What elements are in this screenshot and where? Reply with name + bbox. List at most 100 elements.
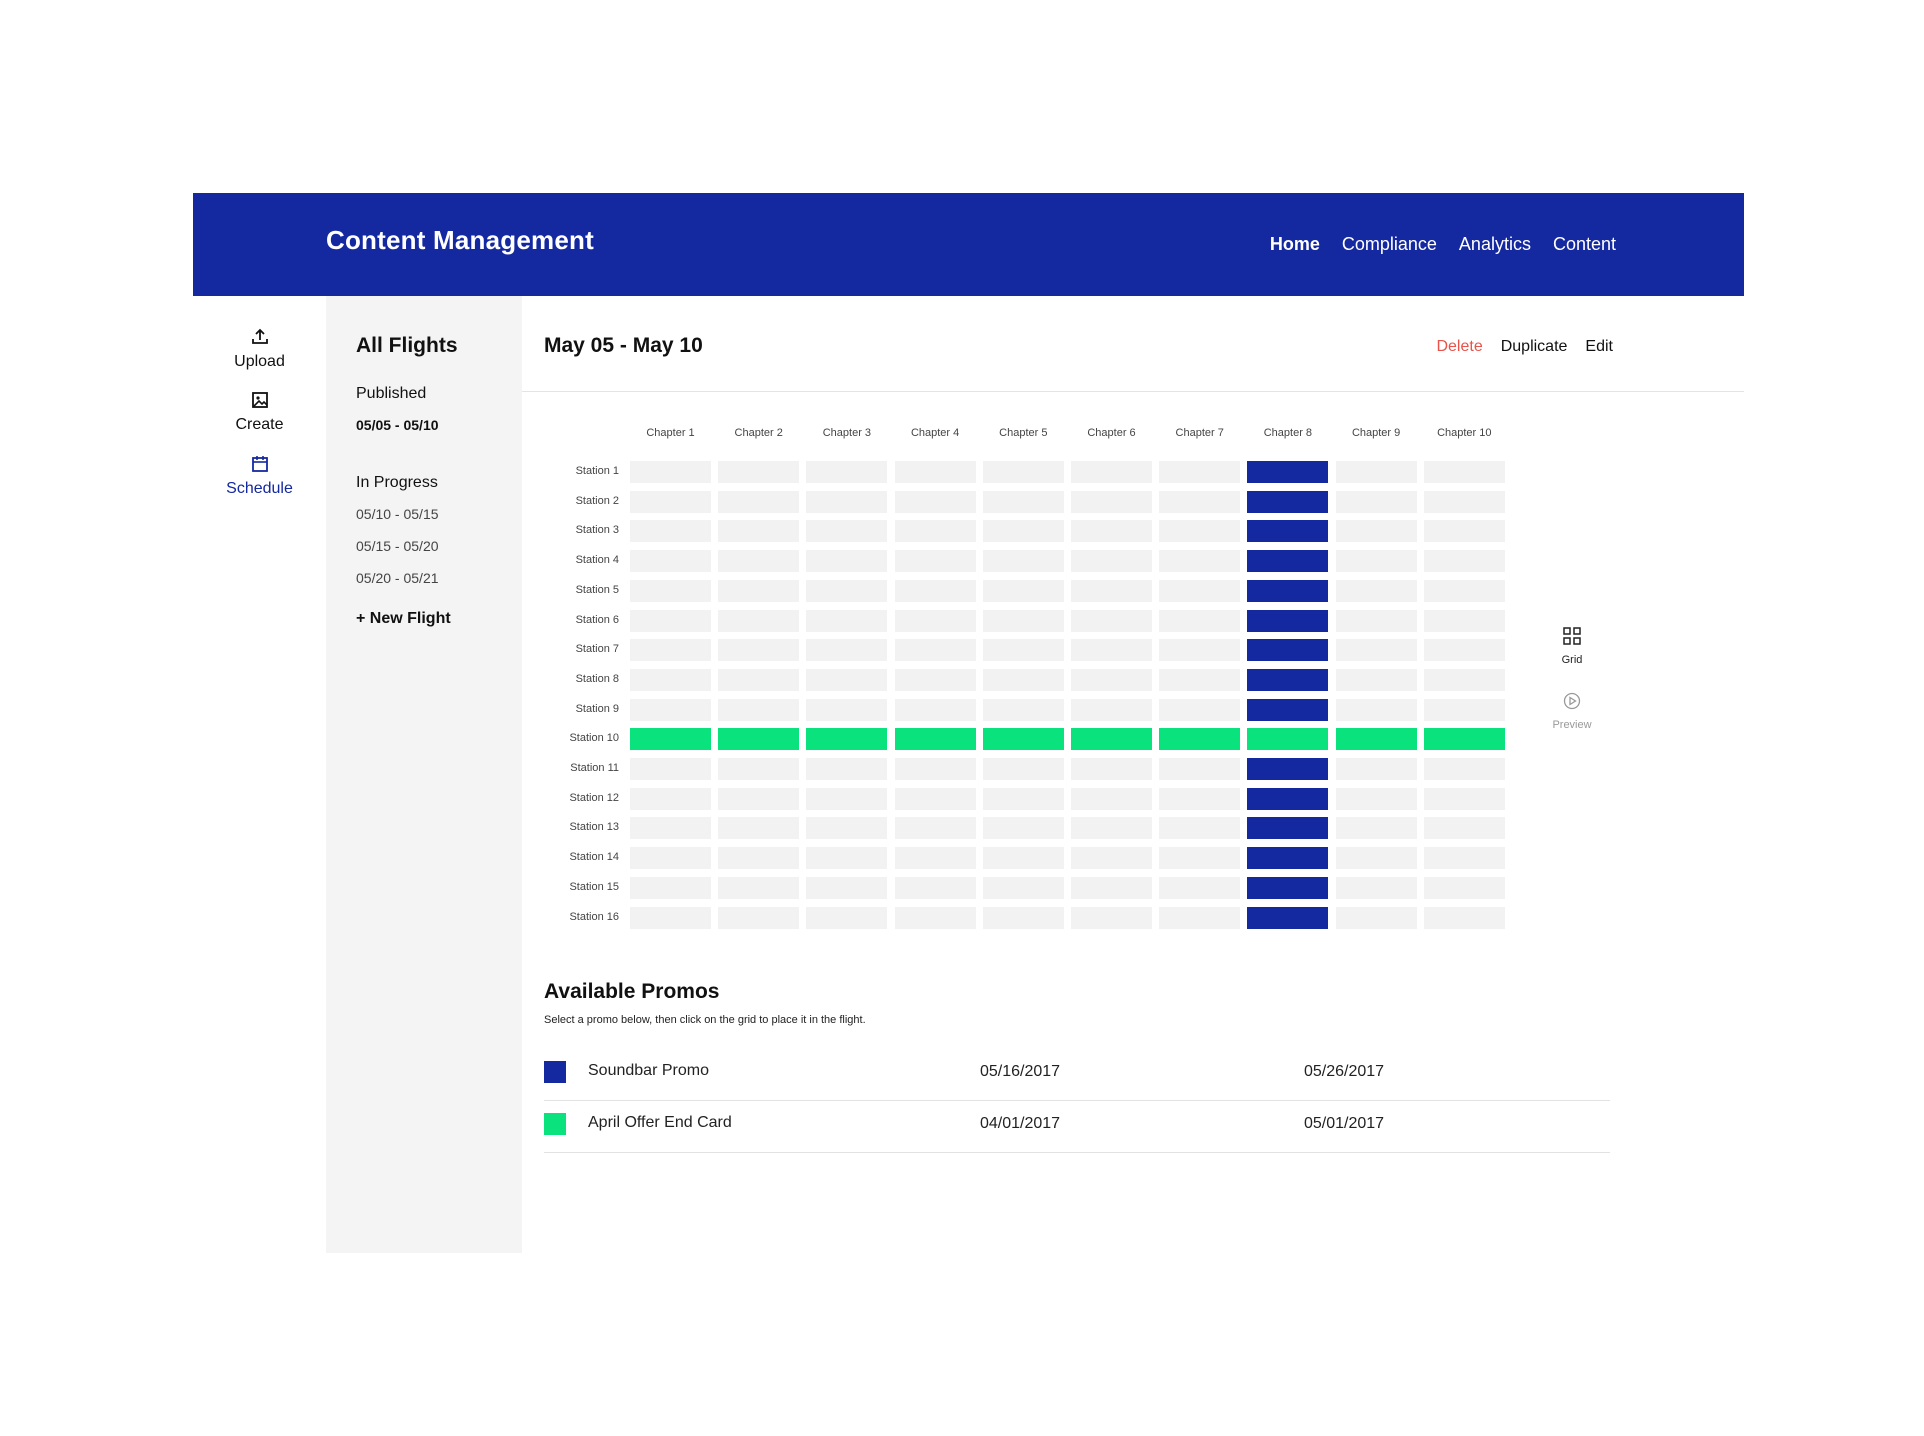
grid-cell[interactable] bbox=[1423, 579, 1505, 602]
grid-cell[interactable] bbox=[1159, 490, 1241, 513]
grid-cell[interactable] bbox=[1247, 906, 1329, 929]
grid-cell[interactable] bbox=[630, 817, 711, 840]
grid-cell[interactable] bbox=[1335, 876, 1417, 899]
grid-cell[interactable] bbox=[806, 847, 888, 870]
grid-cell[interactable] bbox=[1335, 520, 1417, 543]
grid-cell[interactable] bbox=[1335, 758, 1417, 780]
grid-cell[interactable] bbox=[1071, 609, 1152, 632]
flight-item[interactable]: 05/20 - 05/21 bbox=[356, 570, 439, 586]
grid-cell[interactable] bbox=[1159, 787, 1241, 810]
grid-cell[interactable] bbox=[806, 817, 888, 840]
grid-cell[interactable] bbox=[1247, 550, 1329, 573]
grid-cell[interactable] bbox=[718, 520, 800, 543]
grid-cell[interactable] bbox=[894, 579, 976, 602]
grid-cell[interactable] bbox=[806, 876, 888, 899]
grid-cell[interactable] bbox=[630, 520, 711, 543]
grid-cell[interactable] bbox=[806, 609, 888, 632]
grid-cell[interactable] bbox=[806, 668, 888, 691]
grid-cell[interactable] bbox=[982, 758, 1064, 780]
nav-compliance[interactable]: Compliance bbox=[1342, 234, 1437, 255]
grid-cell[interactable] bbox=[1071, 520, 1152, 543]
grid-cell[interactable] bbox=[1159, 550, 1241, 573]
grid-cell[interactable] bbox=[718, 461, 800, 483]
grid-cell[interactable] bbox=[982, 490, 1064, 513]
rail-schedule[interactable]: Schedule bbox=[193, 454, 326, 498]
grid-cell[interactable] bbox=[894, 609, 976, 632]
grid-cell[interactable] bbox=[806, 758, 888, 780]
grid-cell[interactable] bbox=[1423, 550, 1505, 573]
grid-cell[interactable] bbox=[982, 579, 1064, 602]
grid-cell[interactable] bbox=[630, 639, 711, 662]
grid-cell[interactable] bbox=[806, 639, 888, 662]
grid-cell[interactable] bbox=[1335, 698, 1417, 721]
grid-cell[interactable] bbox=[1071, 550, 1152, 573]
grid-cell[interactable] bbox=[1423, 728, 1505, 751]
grid-cell[interactable] bbox=[982, 520, 1064, 543]
grid-cell[interactable] bbox=[1335, 787, 1417, 810]
grid-cell[interactable] bbox=[1423, 847, 1505, 870]
grid-cell[interactable] bbox=[718, 728, 800, 751]
grid-cell[interactable] bbox=[1159, 728, 1241, 751]
grid-cell[interactable] bbox=[806, 520, 888, 543]
grid-cell[interactable] bbox=[1071, 668, 1152, 691]
grid-cell[interactable] bbox=[718, 817, 800, 840]
grid-cell[interactable] bbox=[1247, 520, 1329, 543]
grid-cell[interactable] bbox=[806, 787, 888, 810]
grid-cell[interactable] bbox=[1071, 728, 1152, 751]
grid-cell[interactable] bbox=[1159, 758, 1241, 780]
grid-cell[interactable] bbox=[1247, 639, 1329, 662]
grid-cell[interactable] bbox=[1423, 787, 1505, 810]
grid-cell[interactable] bbox=[1247, 847, 1329, 870]
grid-cell[interactable] bbox=[1159, 876, 1241, 899]
grid-cell[interactable] bbox=[894, 668, 976, 691]
grid-cell[interactable] bbox=[1423, 758, 1505, 780]
grid-cell[interactable] bbox=[1247, 490, 1329, 513]
grid-cell[interactable] bbox=[982, 698, 1064, 721]
grid-cell[interactable] bbox=[718, 698, 800, 721]
grid-cell[interactable] bbox=[630, 490, 711, 513]
promo-row[interactable]: Soundbar Promo 05/16/2017 05/26/2017 bbox=[544, 1048, 1610, 1101]
grid-cell[interactable] bbox=[806, 906, 888, 929]
grid-cell[interactable] bbox=[1423, 461, 1505, 483]
grid-cell[interactable] bbox=[982, 876, 1064, 899]
grid-cell[interactable] bbox=[1247, 728, 1329, 751]
new-flight-button[interactable]: + New Flight bbox=[356, 610, 451, 628]
grid-cell[interactable] bbox=[1071, 461, 1152, 483]
grid-cell[interactable] bbox=[806, 490, 888, 513]
grid-cell[interactable] bbox=[1335, 906, 1417, 929]
grid-view-toggle[interactable]: Grid bbox=[1532, 627, 1612, 666]
grid-cell[interactable] bbox=[1335, 817, 1417, 840]
grid-cell[interactable] bbox=[1423, 817, 1505, 840]
grid-cell[interactable] bbox=[982, 550, 1064, 573]
grid-cell[interactable] bbox=[718, 609, 800, 632]
grid-cell[interactable] bbox=[630, 461, 711, 483]
grid-cell[interactable] bbox=[630, 668, 711, 691]
grid-cell[interactable] bbox=[630, 787, 711, 810]
grid-cell[interactable] bbox=[982, 817, 1064, 840]
grid-cell[interactable] bbox=[1071, 906, 1152, 929]
grid-cell[interactable] bbox=[1423, 639, 1505, 662]
flight-item[interactable]: 05/15 - 05/20 bbox=[356, 538, 439, 554]
grid-cell[interactable] bbox=[1247, 787, 1329, 810]
grid-cell[interactable] bbox=[1335, 668, 1417, 691]
grid-cell[interactable] bbox=[718, 847, 800, 870]
nav-home[interactable]: Home bbox=[1270, 234, 1320, 255]
grid-cell[interactable] bbox=[1159, 847, 1241, 870]
grid-cell[interactable] bbox=[1335, 639, 1417, 662]
grid-cell[interactable] bbox=[718, 490, 800, 513]
grid-cell[interactable] bbox=[1335, 609, 1417, 632]
grid-cell[interactable] bbox=[718, 579, 800, 602]
grid-cell[interactable] bbox=[1159, 698, 1241, 721]
grid-cell[interactable] bbox=[894, 817, 976, 840]
grid-cell[interactable] bbox=[718, 668, 800, 691]
grid-cell[interactable] bbox=[894, 906, 976, 929]
grid-cell[interactable] bbox=[1159, 609, 1241, 632]
grid-cell[interactable] bbox=[894, 876, 976, 899]
grid-cell[interactable] bbox=[1071, 847, 1152, 870]
grid-cell[interactable] bbox=[1335, 579, 1417, 602]
grid-cell[interactable] bbox=[1159, 817, 1241, 840]
grid-cell[interactable] bbox=[982, 906, 1064, 929]
grid-cell[interactable] bbox=[806, 579, 888, 602]
grid-cell[interactable] bbox=[630, 876, 711, 899]
grid-cell[interactable] bbox=[1071, 787, 1152, 810]
